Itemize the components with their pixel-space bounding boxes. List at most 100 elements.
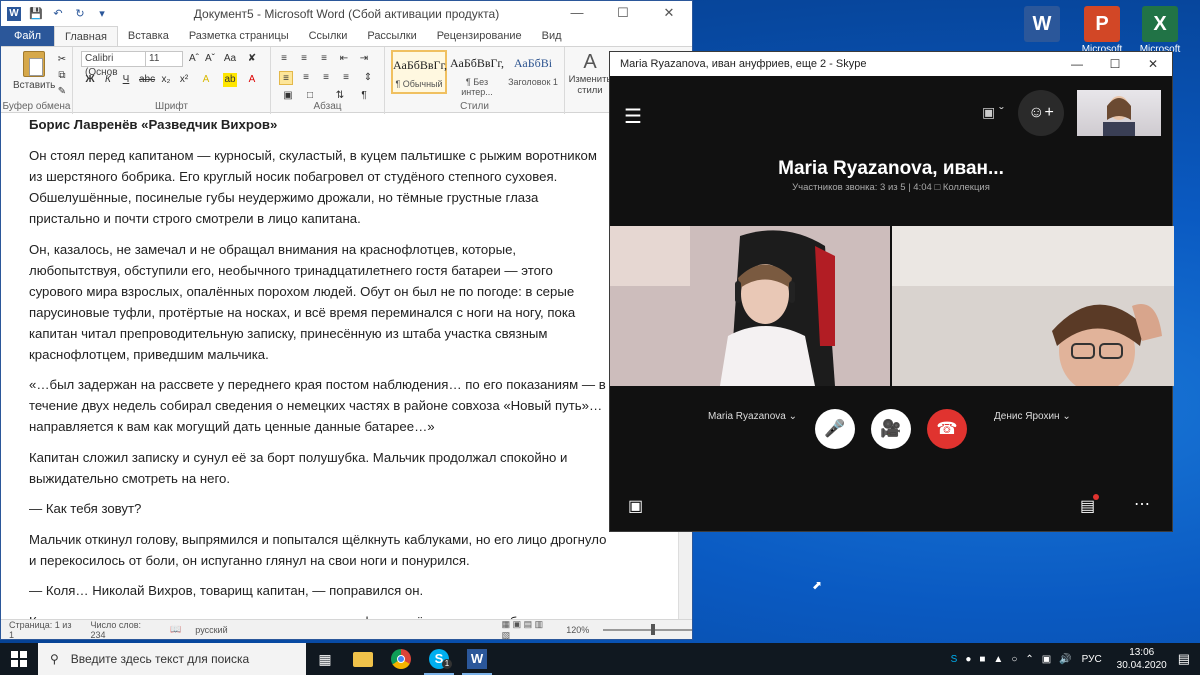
video-tile-denis[interactable]	[892, 226, 1174, 386]
desktop-icon-powerpoint[interactable]: P Microsoft	[1072, 6, 1132, 55]
camera-button[interactable]: 🎥	[871, 409, 911, 449]
cut-icon[interactable]: ✂	[55, 53, 69, 67]
desktop-icon-excel[interactable]: X Microsoft	[1130, 6, 1190, 55]
customize-toolbar-icon[interactable]: ▾	[95, 7, 109, 21]
font-size-select[interactable]: 11	[145, 51, 183, 67]
zoom-slider[interactable]	[603, 623, 692, 635]
skype-close-button[interactable]: ✕	[1134, 52, 1172, 76]
skype-taskbar-icon[interactable]: S 1	[420, 643, 458, 675]
underline-button[interactable]: Ч	[119, 73, 133, 87]
tab-references[interactable]: Ссылки	[299, 26, 358, 46]
chrome-icon[interactable]	[382, 643, 420, 675]
proofing-icon[interactable]: 📖	[170, 624, 181, 635]
skype-maximize-button[interactable]: ☐	[1096, 52, 1134, 76]
paste-icon[interactable]	[23, 51, 45, 77]
tab-view[interactable]: Вид	[532, 26, 572, 46]
save-icon[interactable]: 💾	[29, 7, 43, 21]
video-tile-maria[interactable]	[610, 226, 890, 386]
style-heading-1[interactable]: АаБбВі Заголовок 1	[505, 50, 561, 94]
tray-app-icon[interactable]: ▲	[993, 654, 1003, 665]
tray-app-icon[interactable]: ●	[965, 654, 971, 665]
file-explorer-icon[interactable]	[344, 643, 382, 675]
tab-insert[interactable]: Вставка	[118, 26, 179, 46]
italic-button[interactable]: К	[101, 73, 115, 87]
copy-icon[interactable]: ⧉	[55, 69, 69, 83]
tab-home[interactable]: Главная	[54, 26, 118, 46]
layout-switch-icon[interactable]: ▣ ˇ	[982, 104, 1004, 121]
format-painter-icon[interactable]: ✎	[55, 85, 69, 99]
text-effects-icon[interactable]: A	[199, 73, 213, 87]
collection-label[interactable]: Коллекция	[943, 182, 990, 193]
multilevel-icon[interactable]: ≡	[317, 52, 331, 66]
tab-page-layout[interactable]: Разметка страницы	[179, 26, 299, 46]
desktop-icon-word[interactable]: W	[1012, 6, 1072, 44]
decrease-indent-icon[interactable]: ⇤	[337, 52, 351, 66]
paste-button[interactable]: Вставить	[13, 80, 55, 91]
subscript-button[interactable]: x₂	[159, 73, 173, 87]
skype-tray-icon[interactable]: S	[951, 654, 958, 665]
highlight-icon[interactable]: ab	[223, 73, 237, 87]
change-case-icon[interactable]: Aa	[223, 52, 237, 66]
word-count[interactable]: Число слов: 234	[90, 620, 156, 640]
grow-font-icon[interactable]: Aˆ	[187, 52, 201, 66]
shrink-font-icon[interactable]: Aˇ	[203, 52, 217, 66]
bullets-icon[interactable]: ≡	[277, 52, 291, 66]
bold-button[interactable]: Ж	[83, 73, 97, 87]
justify-button[interactable]: ≡	[339, 71, 353, 85]
language-switch[interactable]: РУС	[1082, 654, 1102, 665]
close-button[interactable]: ✕	[646, 1, 692, 26]
document-paragraph: — Коля… Николай Вихров, товарищ капитан,…	[29, 583, 424, 598]
collection-icon: □	[934, 182, 943, 193]
view-buttons[interactable]: ▦ ▣ ▤ ▥ ▧	[502, 619, 553, 641]
document-page[interactable]: Борис Лавренёв «Разведчик Вихров» Он сто…	[1, 114, 692, 619]
align-right-button[interactable]: ≡	[319, 71, 333, 85]
snapshot-icon[interactable]: ▣	[628, 496, 643, 516]
start-button[interactable]	[0, 643, 38, 675]
end-call-button[interactable]: ☎	[927, 409, 967, 449]
self-preview[interactable]	[1077, 90, 1161, 136]
menu-icon[interactable]: ☰	[624, 104, 642, 129]
participant-label[interactable]: Maria Ryazanova ⌄	[708, 411, 797, 422]
align-center-button[interactable]: ≡	[299, 71, 313, 85]
maximize-button[interactable]: ☐	[600, 1, 646, 26]
align-left-button[interactable]: ≡	[279, 71, 293, 85]
network-icon[interactable]: ▣	[1042, 654, 1051, 665]
line-spacing-icon[interactable]: ⇕	[361, 71, 375, 85]
tray-app-icon[interactable]: ■	[979, 654, 985, 665]
page-count[interactable]: Страница: 1 из 1	[9, 620, 76, 640]
tab-file[interactable]: Файл	[1, 26, 55, 46]
tab-review[interactable]: Рецензирование	[427, 26, 532, 46]
undo-icon[interactable]: ↶	[51, 7, 65, 21]
clear-format-icon[interactable]: ✘	[245, 52, 259, 66]
language-indicator[interactable]: русский	[195, 625, 227, 635]
zoom-level[interactable]: 120%	[566, 625, 589, 635]
document-paragraph: Капитан сложил записку и сунул её за бор…	[29, 449, 568, 486]
change-styles-button[interactable]: A Изменить стили	[565, 51, 615, 96]
notifications-icon[interactable]: ▤	[1178, 651, 1190, 667]
microphone-button[interactable]: 🎤	[815, 409, 855, 449]
tray-app-icon[interactable]: ○	[1011, 654, 1017, 665]
increase-indent-icon[interactable]: ⇥	[357, 52, 371, 66]
superscript-button[interactable]: x²	[177, 73, 191, 87]
taskbar-search[interactable]: ⚲ Введите здесь текст для поиска	[38, 643, 306, 675]
font-color-icon[interactable]: A	[245, 73, 259, 87]
show-hidden-icons[interactable]: ⌃	[1025, 654, 1033, 665]
redo-icon[interactable]: ↻	[73, 7, 87, 21]
skype-minimize-button[interactable]: —	[1058, 52, 1096, 76]
tab-mailings[interactable]: Рассылки	[357, 26, 426, 46]
word-taskbar-icon[interactable]: W	[458, 643, 496, 675]
participant-label[interactable]: Денис Ярохин ⌄	[994, 411, 1071, 422]
add-participant-button[interactable]: ☺+	[1018, 90, 1064, 136]
chat-icon[interactable]: ▤	[1080, 494, 1100, 516]
clock[interactable]: 13:06 30.04.2020	[1110, 646, 1174, 672]
task-view-button[interactable]: ▦	[306, 643, 344, 675]
font-name-select[interactable]: Calibri (Основ	[81, 51, 147, 78]
numbering-icon[interactable]: ≡	[297, 52, 311, 66]
style-no-spacing[interactable]: АаБбВвГг, ¶ Без интер...	[449, 50, 505, 97]
more-options-icon[interactable]: ⋯	[1134, 494, 1150, 514]
minimize-button[interactable]: —	[554, 1, 600, 26]
strikethrough-button[interactable]: abc	[139, 73, 155, 87]
volume-icon[interactable]: 🔊	[1059, 654, 1071, 665]
style-normal[interactable]: АаБбВвГг, ¶ Обычный	[391, 50, 447, 94]
zoom-slider-thumb[interactable]	[651, 623, 656, 635]
